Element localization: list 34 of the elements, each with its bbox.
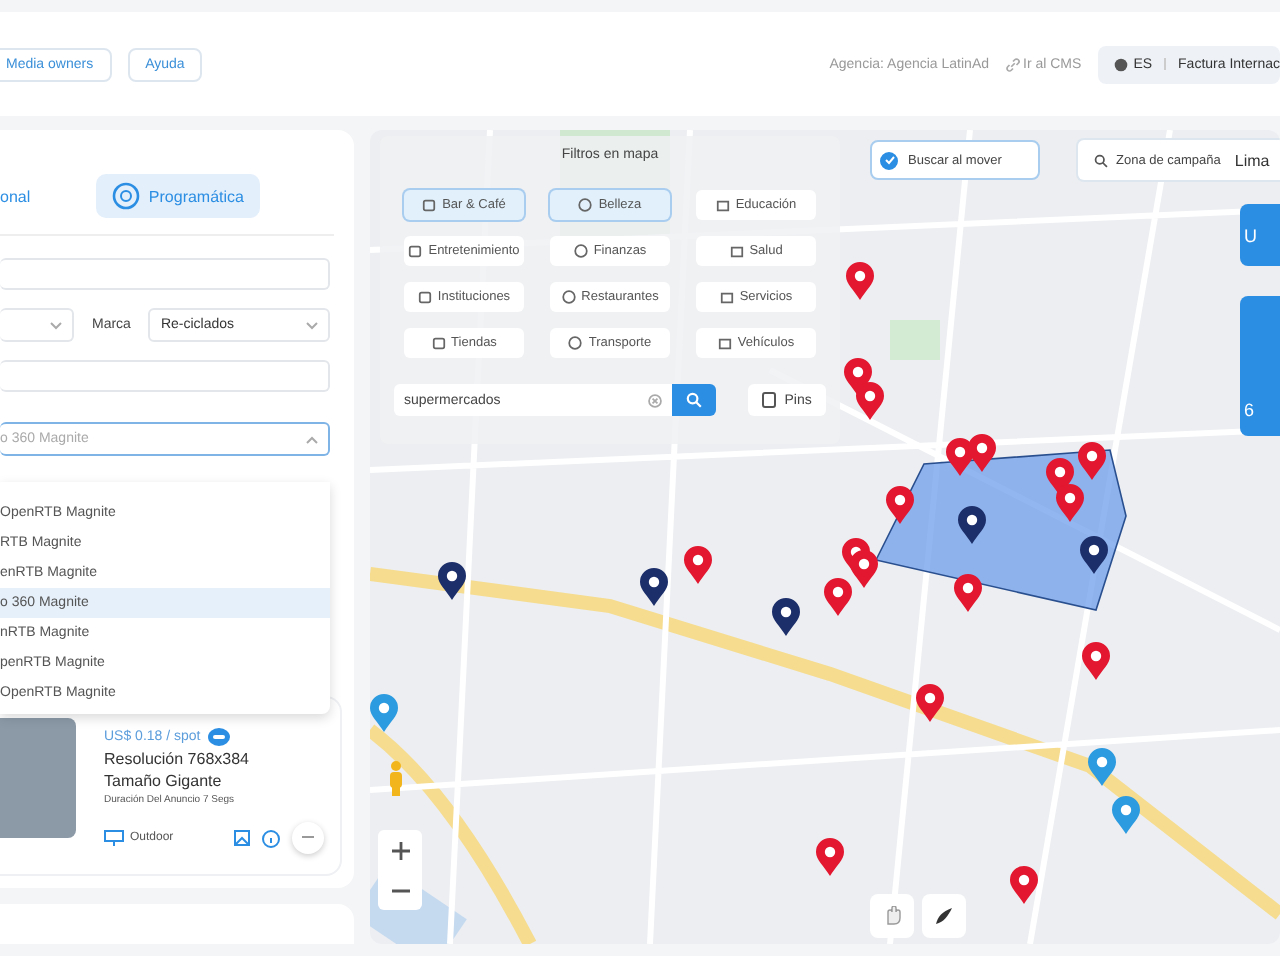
billboard-icon bbox=[104, 830, 124, 847]
clipboard-icon bbox=[762, 392, 777, 408]
more-button[interactable] bbox=[292, 822, 324, 855]
chevron-down-icon bbox=[50, 321, 62, 329]
hand-icon bbox=[883, 906, 901, 926]
draw-button[interactable] bbox=[922, 894, 966, 938]
map-pin[interactable] bbox=[958, 506, 986, 544]
zone-value: Lima bbox=[1234, 151, 1270, 169]
chevron-up-icon bbox=[306, 435, 318, 443]
chevron-down-icon bbox=[306, 321, 318, 329]
map-pin[interactable] bbox=[1080, 536, 1108, 574]
plus-icon bbox=[391, 841, 409, 859]
size-label: Tamaño Gigante bbox=[104, 772, 224, 791]
input-field[interactable] bbox=[0, 258, 330, 290]
input-field[interactable] bbox=[0, 360, 330, 392]
search-icon bbox=[1094, 153, 1108, 167]
map-pin[interactable] bbox=[772, 598, 800, 636]
target-icon bbox=[112, 182, 141, 210]
minus-icon bbox=[302, 836, 314, 841]
resolution-label: Resolución 768x384 bbox=[104, 750, 251, 769]
map-pin[interactable] bbox=[438, 562, 466, 600]
image-icon[interactable] bbox=[234, 830, 250, 847]
photo-placeholder bbox=[0, 718, 76, 839]
select-field[interactable] bbox=[0, 308, 74, 342]
map-pin[interactable] bbox=[640, 568, 668, 606]
check-icon bbox=[883, 154, 895, 166]
pen-icon bbox=[934, 906, 954, 926]
link-icon bbox=[1005, 57, 1020, 71]
chat-bubble-icon bbox=[208, 728, 231, 747]
search-button[interactable] bbox=[672, 384, 717, 416]
info-icon[interactable] bbox=[262, 829, 280, 848]
checkbox[interactable] bbox=[880, 151, 898, 169]
tab[interactable]: onal bbox=[0, 179, 31, 213]
search-icon bbox=[686, 392, 703, 408]
